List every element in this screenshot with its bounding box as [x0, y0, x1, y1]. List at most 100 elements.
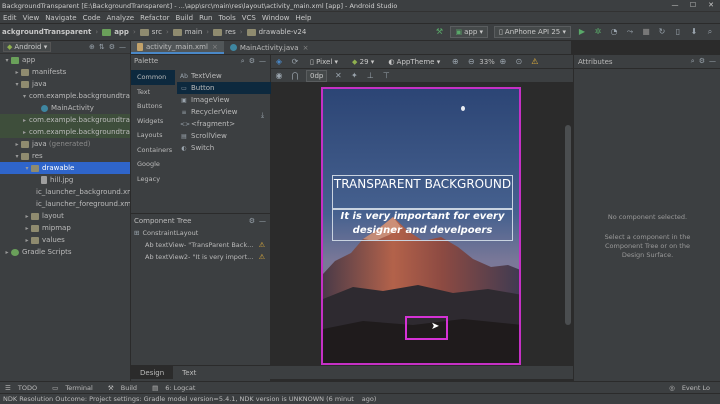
minimize-icon[interactable]: — [666, 0, 684, 11]
palette-item-scrollview[interactable]: ▤ ScrollView [177, 130, 271, 142]
tree-item[interactable]: ▸ com.example.backgroundtrans [0, 126, 130, 138]
breadcrumb-app[interactable]: app [100, 28, 131, 36]
chevron-down-icon[interactable]: ▾ [13, 81, 21, 88]
project-view-select[interactable]: ◆ Android ▾ [3, 42, 52, 52]
gear-icon[interactable]: ⚙ [699, 57, 705, 66]
hide-icon[interactable]: — [119, 43, 126, 51]
avd-manager-icon[interactable]: ▯ [673, 27, 683, 37]
hammer-icon[interactable]: ⚒ [434, 27, 444, 37]
profile-icon[interactable]: ◔ [609, 27, 619, 37]
menu-code[interactable]: Code [80, 14, 104, 22]
hide-icon[interactable]: — [259, 217, 266, 225]
device-preview[interactable]: TRANSPARENT BACKGROUND It is very import… [321, 87, 521, 365]
breadcrumb-project[interactable]: ackgroundTransparent [0, 28, 93, 36]
clear-constraints-icon[interactable]: ✕ [333, 71, 343, 81]
tree-node-textview[interactable]: Ab textView2- "It is very import... ⚠ [131, 251, 270, 263]
palette-category-common[interactable]: Common [131, 70, 175, 85]
palette-item-textview[interactable]: Ab TextView [177, 70, 271, 82]
zoom-fit-icon[interactable]: ⊙ [514, 57, 524, 67]
device-preview-select[interactable]: ▯ Pixel ▾ [306, 56, 342, 68]
tree-item[interactable]: ▸ Gradle Scripts [0, 246, 130, 258]
locale-icon[interactable]: ⊕ [450, 57, 460, 67]
tree-node-textview[interactable]: Ab textView- "TransParent Back... ⚠ [131, 239, 270, 251]
device-select[interactable]: ▯ AnPhone API 25 ▾ [494, 26, 571, 38]
hide-icon[interactable]: — [709, 57, 716, 66]
gear-icon[interactable]: ⚙ [109, 43, 115, 51]
hide-icon[interactable]: — [259, 57, 266, 66]
gear-icon[interactable]: ⚙ [249, 57, 255, 66]
palette-item-button[interactable]: ▭ Button [177, 82, 271, 94]
todo-tool-button[interactable]: ☰ TODO [0, 384, 47, 392]
chevron-right-icon[interactable]: ▸ [13, 141, 21, 148]
breadcrumb-main[interactable]: main [171, 28, 205, 36]
tree-item[interactable]: ic_launcher_background.xml [0, 186, 130, 198]
chevron-right-icon[interactable]: ▸ [3, 249, 11, 256]
palette-category-google[interactable]: Google [131, 157, 175, 172]
menu-analyze[interactable]: Analyze [104, 14, 138, 22]
palette-item-switch[interactable]: ◐ Switch [177, 142, 271, 154]
tree-item[interactable]: ▾ res [0, 150, 130, 162]
magnet-icon[interactable]: ⋂ [290, 71, 300, 81]
chevron-down-icon[interactable]: ▾ [13, 153, 21, 160]
close-tab-icon[interactable]: × [212, 43, 218, 51]
eye-icon[interactable]: ◉ [274, 71, 284, 81]
sdk-manager-icon[interactable]: ⬇ [689, 27, 699, 37]
infer-constraints-icon[interactable]: ✦ [349, 71, 359, 81]
collapse-icon[interactable]: ⇅ [99, 43, 105, 51]
maximize-icon[interactable]: ☐ [684, 0, 702, 11]
align-icon[interactable]: ⊤ [381, 71, 391, 81]
build-tool-button[interactable]: ⚒ Build [103, 384, 147, 392]
globe-icon[interactable]: ⊕ [89, 43, 95, 51]
search-icon[interactable]: ⌕ [691, 57, 695, 66]
search-icon[interactable]: ⌕ [705, 27, 715, 37]
stop-icon[interactable]: ■ [641, 27, 651, 37]
menu-build[interactable]: Build [172, 14, 196, 22]
search-icon[interactable]: ⌕ [241, 57, 245, 66]
theme-select[interactable]: ◐ AppTheme ▾ [384, 56, 444, 68]
gear-icon[interactable]: ⚙ [249, 217, 255, 225]
palette-category-widgets[interactable]: Widgets [131, 114, 175, 129]
default-margin-select[interactable]: 0dp [306, 69, 328, 82]
tree-item[interactable]: ▸ com.example.backgroundtrans [0, 114, 130, 126]
tree-item[interactable]: ▾ app [0, 54, 130, 66]
run-config-select[interactable]: ▣ app ▾ [450, 26, 489, 38]
palette-category-text[interactable]: Text [131, 85, 175, 100]
palette-category-layouts[interactable]: Layouts [131, 128, 175, 143]
menu-view[interactable]: View [20, 14, 43, 22]
palette-category-buttons[interactable]: Buttons [131, 99, 175, 114]
api-level-select[interactable]: ◆ 29 ▾ [348, 56, 378, 68]
terminal-tool-button[interactable]: ▭ Terminal [47, 384, 103, 392]
palette-category-legacy[interactable]: Legacy [131, 172, 175, 187]
menu-vcs[interactable]: VCS [239, 14, 259, 22]
menu-tools[interactable]: Tools [216, 14, 239, 22]
design-scrollbar[interactable] [565, 125, 571, 325]
chevron-right-icon[interactable]: ▸ [23, 225, 31, 232]
tab-text[interactable]: Text [173, 366, 205, 379]
attach-debugger-icon[interactable]: ⤳ [625, 27, 635, 37]
tree-item[interactable]: hill.jpg [0, 174, 130, 186]
close-tab-icon[interactable]: × [303, 44, 309, 52]
menu-help[interactable]: Help [292, 14, 314, 22]
tree-item[interactable]: ▾ java [0, 78, 130, 90]
menu-edit[interactable]: Edit [0, 14, 20, 22]
tree-item[interactable]: ▸ values [0, 234, 130, 246]
tab-design[interactable]: Design [131, 366, 174, 379]
tree-item[interactable]: ▸ mipmap [0, 222, 130, 234]
menu-navigate[interactable]: Navigate [42, 14, 79, 22]
chevron-down-icon[interactable]: ▾ [3, 57, 11, 64]
chevron-right-icon[interactable]: ▸ [23, 213, 31, 220]
chevron-down-icon[interactable]: ▾ [23, 165, 31, 172]
close-icon[interactable]: ✕ [702, 0, 720, 11]
tree-item[interactable]: MainActivity [0, 102, 130, 114]
guidelines-icon[interactable]: ⊥ [365, 71, 375, 81]
logcat-tool-button[interactable]: ▤ 6: Logcat [147, 384, 205, 392]
palette-item-fragment[interactable]: <> <fragment> [177, 118, 271, 130]
menu-window[interactable]: Window [259, 14, 293, 22]
warning-icon[interactable]: ⚠ [259, 253, 265, 261]
tab-main-activity[interactable]: MainActivity.java × [224, 41, 315, 54]
tree-item[interactable]: ▾ com.example.backgroundtrans [0, 90, 130, 102]
chevron-right-icon[interactable]: ▸ [23, 117, 26, 124]
zoom-out-icon[interactable]: ⊖ [466, 57, 476, 67]
warning-icon[interactable]: ⚠ [530, 57, 540, 67]
tab-activity-main[interactable]: activity_main.xml × [131, 41, 224, 54]
